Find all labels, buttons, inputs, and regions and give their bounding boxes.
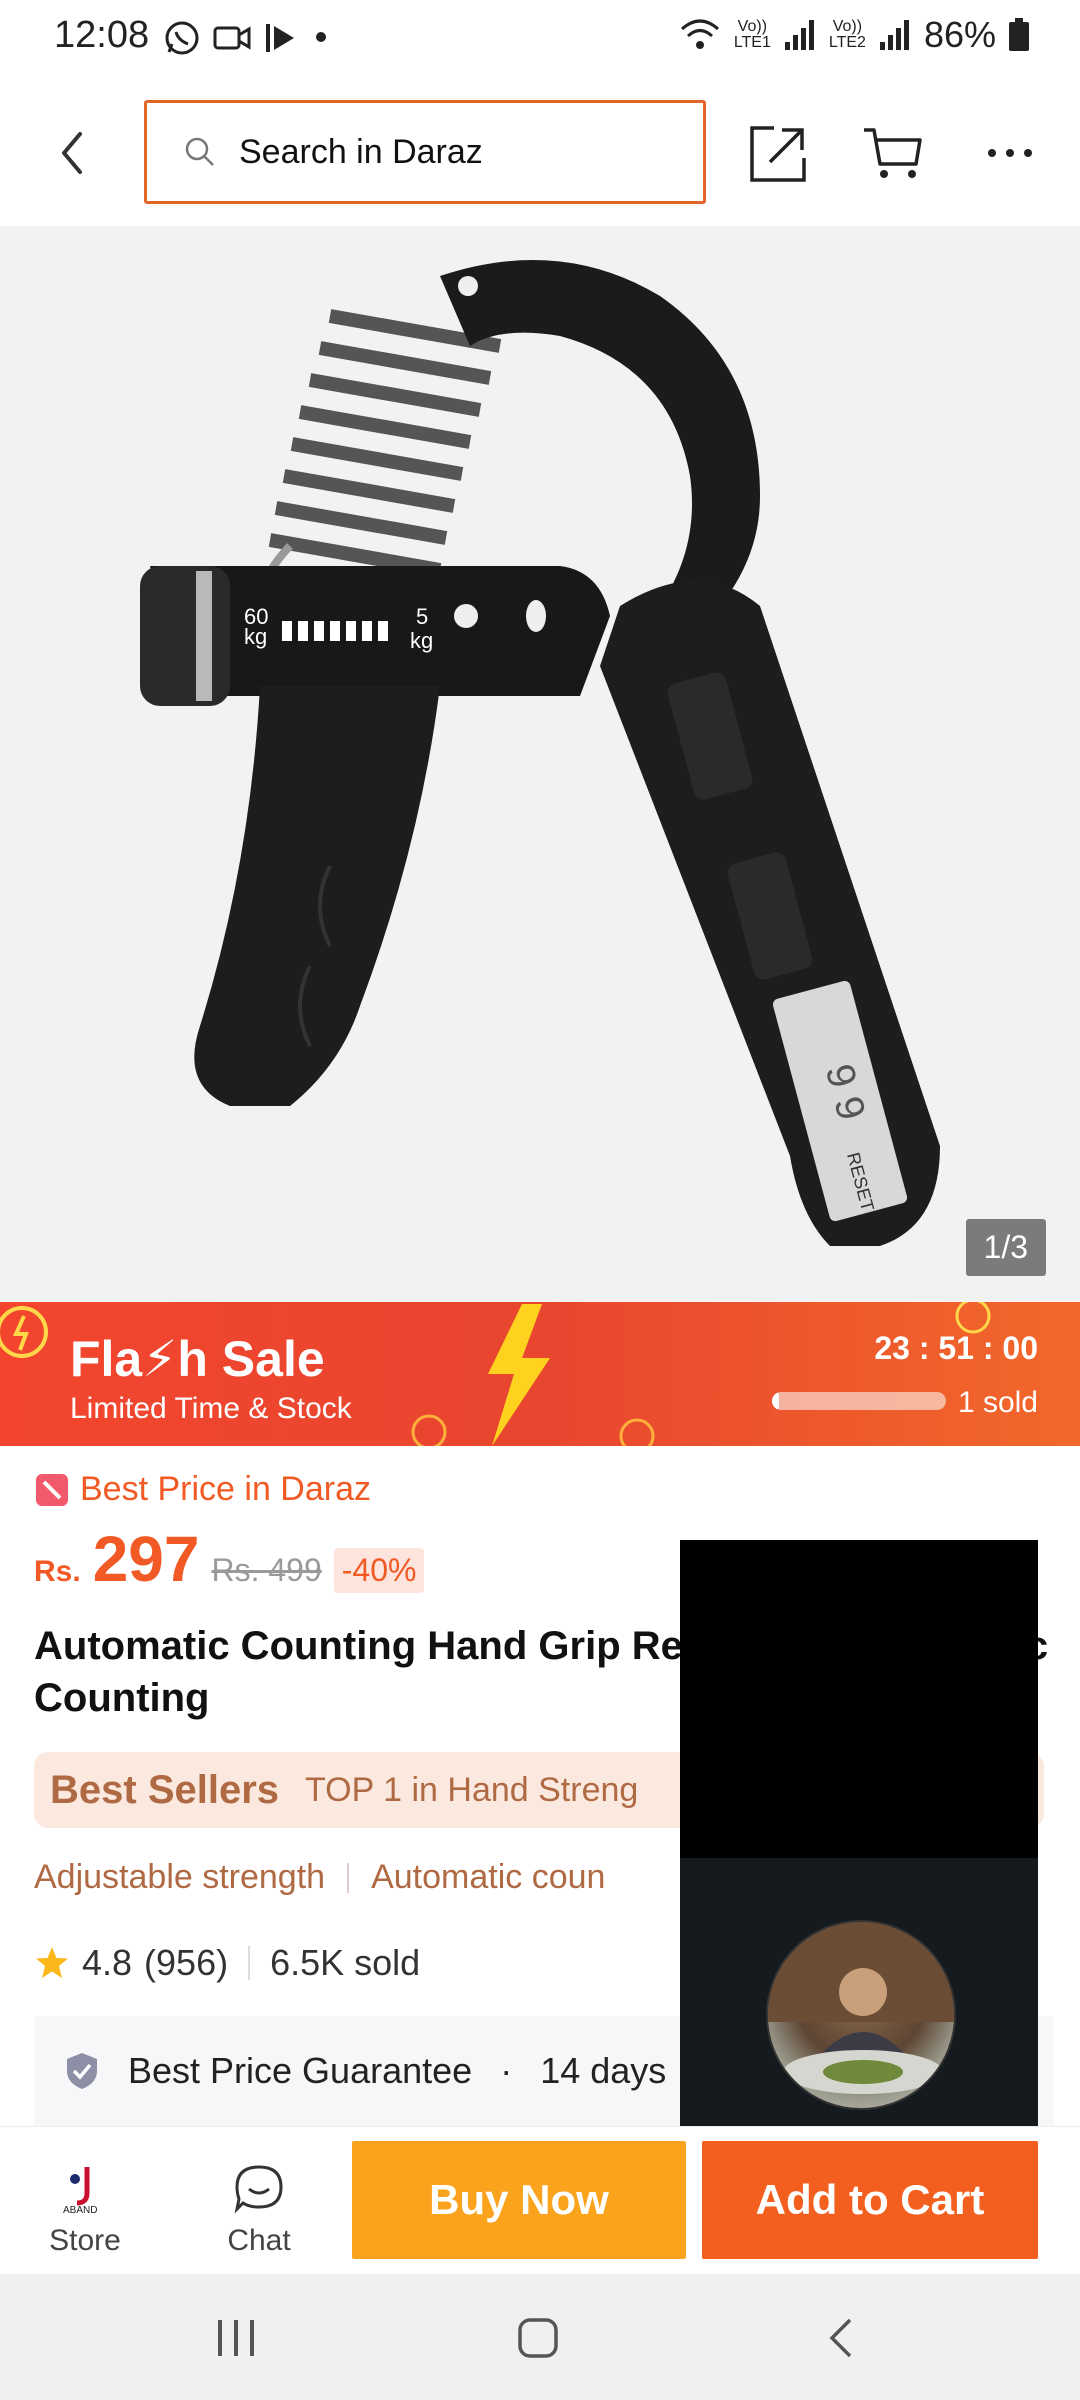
back-button[interactable] [46, 120, 100, 186]
whatsapp-icon [165, 21, 199, 55]
guarantee-separator: · [500, 2050, 513, 2091]
current-price: 297 [92, 1523, 200, 1595]
chat-label: Chat [227, 2224, 291, 2257]
more-options-button[interactable] [986, 140, 1034, 166]
hand-grip-image: 9 9 RESET 60 kg 5 kg [140, 260, 940, 1246]
battery-icon [1009, 18, 1029, 51]
notification-dot-icon [316, 32, 326, 42]
sim1-label: Vo)) LTE1 [733, 18, 771, 51]
cart-button[interactable] [862, 124, 924, 184]
sold-progress-fill [772, 1392, 779, 1410]
sim2-label: Vo)) LTE2 [828, 18, 866, 51]
product-image-gallery[interactable]: 9 9 RESET 60 kg 5 kg 1/3 [0, 226, 1080, 1302]
scale-unit-right: kg [410, 628, 433, 653]
price-row: Rs. 297 Rs. 499 -40% [34, 1522, 425, 1596]
person-image [768, 1922, 954, 2094]
add-to-cart-button[interactable]: Add to Cart [702, 2141, 1038, 2259]
video-avatar [766, 1920, 956, 2110]
alarm-icon [411, 1414, 447, 1446]
media-icon [266, 24, 294, 52]
sold-count: 6.5K sold [270, 1942, 421, 1983]
tag-divider [347, 1862, 350, 1893]
recent-apps-icon[interactable] [214, 2316, 258, 2360]
status-right: Vo)) LTE1 Vo)) LTE2 86% [678, 14, 1030, 56]
rating-row[interactable]: 4.8 (956) 6.5K sold [34, 1942, 420, 1984]
chat-button[interactable]: Chat [200, 2163, 318, 2258]
lightning-icon [488, 1304, 550, 1446]
home-icon[interactable] [514, 2314, 562, 2362]
discount-badge: -40% [333, 1548, 425, 1593]
bottom-action-bar: ABAND Store Chat Buy Now Add to Cart [0, 2126, 1080, 2274]
spring [268, 309, 502, 577]
share-button[interactable] [748, 124, 808, 184]
svg-text:ABAND: ABAND [63, 2205, 97, 2215]
top-rank-label: TOP 1 in Hand Streng [305, 1770, 639, 1809]
star-icon [36, 1947, 68, 1978]
flash-sale-subtitle: Limited Time & Stock [70, 1392, 352, 1425]
search-input[interactable]: Search in Daraz [144, 100, 706, 204]
best-sellers-label: Best Sellers [50, 1767, 280, 1812]
battery-percent: 86% [923, 14, 996, 55]
flash-sale-title: Fla⚡h Sale [70, 1331, 325, 1387]
scale-unit-left: kg [244, 624, 267, 649]
rating-divider [248, 1946, 251, 1980]
status-time: 12:08 [54, 14, 150, 56]
signal-icon [879, 20, 909, 50]
image-counter: 1/3 [965, 1219, 1046, 1276]
buy-now-button[interactable]: Buy Now [352, 2141, 686, 2259]
shield-check-icon [67, 2053, 97, 2089]
flash-sale-timer: 23 : 51 : 00 [874, 1330, 1038, 1366]
price-tag-icon [36, 1473, 68, 1506]
best-price-label: Best Price in Daraz [80, 1470, 371, 1508]
search-icon [185, 137, 214, 166]
alarm-icon [619, 1418, 655, 1446]
top-nav: Search in Daraz [0, 80, 1080, 226]
feature-tags: Adjustable strength Automatic coun [34, 1858, 605, 1897]
review-count: (956) [144, 1942, 229, 1983]
best-price-badge: Best Price in Daraz [34, 1470, 371, 1509]
store-logo-icon: ABAND [63, 2167, 97, 2216]
status-bar: 12:08 Vo)) LTE1 Vo)) LTE2 86% [0, 0, 1080, 80]
floating-video-window[interactable] [680, 1540, 1038, 2176]
back-nav-icon[interactable] [820, 2314, 864, 2362]
flash-sale-sold: 1 sold [957, 1386, 1038, 1419]
sold-progress-bar [772, 1392, 946, 1410]
system-navigation-bar [0, 2274, 1080, 2400]
feature-tag: Adjustable strength [34, 1858, 326, 1896]
scale-min: 5 [416, 604, 428, 629]
guarantee-label: Best Price Guarantee [128, 2050, 473, 2091]
wifi-icon [680, 19, 719, 49]
video-call-icon [213, 26, 251, 50]
return-days: 14 days [540, 2050, 667, 2091]
store-label: Store [49, 2224, 121, 2257]
store-button[interactable]: ABAND Store [30, 2163, 140, 2258]
flash-sale-banner[interactable]: Fla⚡h Sale Limited Time & Stock 23 : 51 … [0, 1302, 1080, 1446]
signal-icon [784, 20, 814, 50]
alarm-icon [0, 1306, 48, 1358]
search-placeholder: Search in Daraz [239, 132, 483, 171]
feature-tag: Automatic coun [371, 1858, 606, 1896]
rating-value: 4.8 [82, 1942, 133, 1983]
original-price: Rs. 499 [211, 1552, 322, 1588]
chat-icon [234, 2165, 283, 2214]
currency: Rs. [34, 1555, 81, 1588]
